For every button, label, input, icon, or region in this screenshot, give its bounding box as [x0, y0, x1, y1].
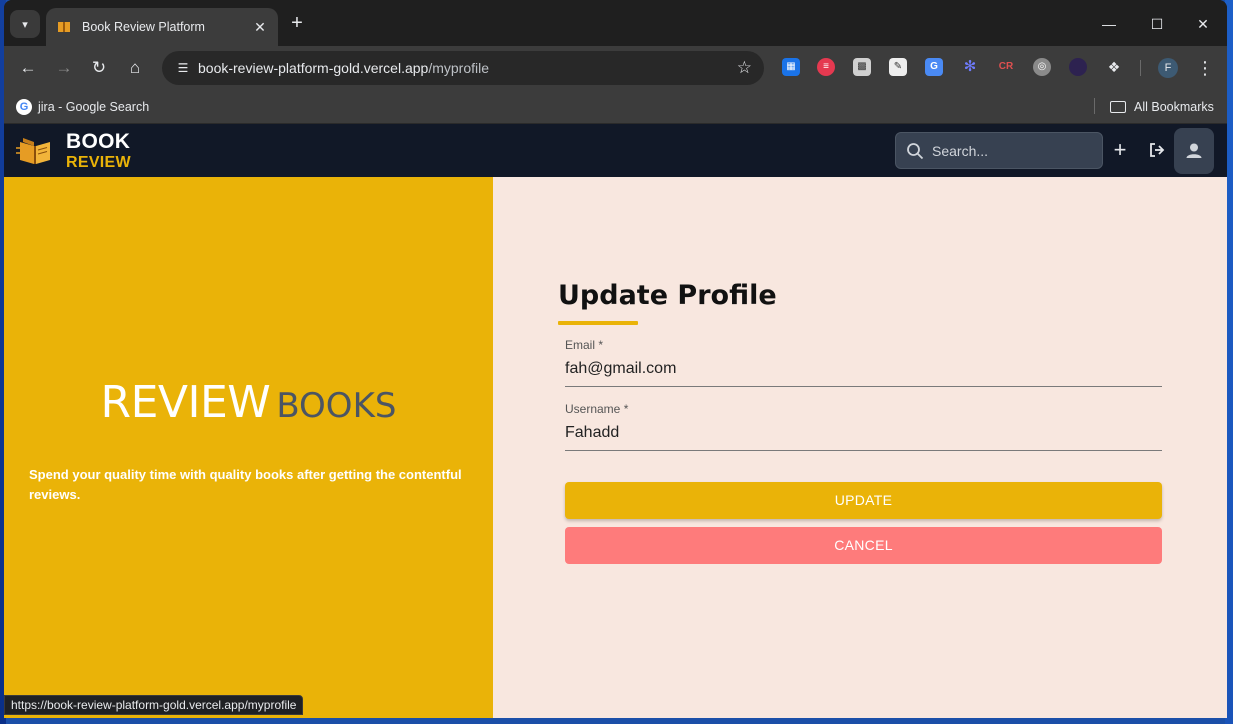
extension-icon-6[interactable]: ✻ — [961, 58, 979, 76]
back-icon[interactable]: ← — [16, 56, 40, 80]
username-label: Username * — [565, 402, 629, 416]
book-favicon-icon — [56, 19, 72, 35]
tab-title: Book Review Platform — [82, 20, 205, 34]
tab-search-button[interactable]: ▾ — [10, 10, 40, 38]
logo-text-book[interactable]: BOOK — [66, 131, 130, 153]
bookmark-star-icon[interactable]: ☆ — [737, 58, 752, 78]
hero-title-books: BOOKS — [276, 386, 397, 426]
search-box[interactable] — [895, 132, 1103, 169]
page-title: Update Profile — [558, 280, 777, 311]
minimize-icon[interactable]: — — [1097, 12, 1121, 36]
maximize-icon[interactable]: ☐ — [1145, 12, 1169, 36]
close-tab-icon[interactable]: ✕ — [248, 19, 272, 36]
bookmarks-bar: G jira - Google Search All Bookmarks — [4, 90, 1227, 124]
hero-title: REVIEW BOOKS — [4, 377, 493, 428]
page-viewport: BOOK REVIEW + — [4, 124, 1227, 718]
extension-icon-9[interactable] — [1069, 58, 1087, 76]
link-status-bar: https://book-review-platform-gold.vercel… — [4, 695, 304, 715]
logout-icon[interactable] — [1146, 139, 1168, 161]
site-info-icon[interactable]: ☰ — [174, 59, 192, 77]
toolbar-divider — [1140, 60, 1141, 76]
browser-menu-icon[interactable]: ⋮ — [1196, 56, 1214, 80]
reload-icon[interactable]: ↻ — [87, 56, 111, 80]
hero-title-review: REVIEW — [100, 377, 271, 428]
extensions-puzzle-icon[interactable]: ❖ — [1105, 58, 1123, 76]
update-button[interactable]: UPDATE — [565, 482, 1162, 519]
extension-icon-8[interactable]: ◎ — [1033, 58, 1051, 76]
home-icon[interactable]: ⌂ — [123, 56, 147, 80]
email-input[interactable]: fah@gmail.com — [565, 360, 1162, 382]
username-input[interactable]: Fahadd — [565, 424, 1162, 446]
extension-icon-4[interactable]: ✎ — [889, 58, 907, 76]
hero-panel: REVIEW BOOKS Spend your quality time with… — [4, 177, 493, 718]
add-review-button[interactable]: + — [1108, 138, 1132, 162]
user-icon — [1186, 143, 1202, 158]
browser-toolbar: ← → ↻ ⌂ ☰ book-review-platform-gold.verc… — [4, 46, 1227, 90]
extension-icon-2[interactable]: ≡ — [817, 58, 835, 76]
all-bookmarks-button[interactable]: All Bookmarks — [1110, 96, 1214, 118]
extension-icon-1[interactable]: ▦ — [782, 58, 800, 76]
search-icon — [907, 143, 924, 160]
username-field[interactable]: Username * Fahadd — [565, 402, 1162, 451]
bookmarks-divider — [1094, 98, 1095, 114]
extension-icon-3[interactable]: ▩ — [853, 58, 871, 76]
url-host: book-review-platform-gold.vercel.app — [198, 60, 429, 76]
close-window-icon[interactable]: ✕ — [1191, 12, 1215, 36]
email-label: Email * — [565, 338, 604, 352]
google-icon: G — [16, 99, 32, 115]
profile-avatar[interactable]: F — [1158, 58, 1178, 78]
browser-tab-active[interactable]: Book Review Platform ✕ — [46, 8, 278, 46]
logo-text-review[interactable]: REVIEW — [66, 154, 131, 172]
chevron-down-icon: ▾ — [22, 18, 28, 31]
extension-icon-7[interactable]: CR — [997, 58, 1015, 76]
username-underline — [565, 450, 1162, 451]
url-path: /myprofile — [428, 60, 490, 76]
address-url[interactable]: book-review-platform-gold.vercel.app/myp… — [198, 51, 489, 85]
new-tab-button[interactable]: + — [286, 12, 308, 34]
app-navbar: BOOK REVIEW + — [4, 124, 1227, 177]
address-bar[interactable]: ☰ book-review-platform-gold.vercel.app/m… — [162, 51, 764, 85]
hero-description: Spend your quality time with quality boo… — [29, 467, 462, 502]
email-field[interactable]: Email * fah@gmail.com — [565, 338, 1162, 387]
bookmark-label: jira - Google Search — [38, 100, 150, 114]
folder-icon — [1110, 101, 1126, 113]
all-bookmarks-label: All Bookmarks — [1134, 100, 1214, 114]
title-underline — [558, 321, 638, 325]
cancel-button[interactable]: CANCEL — [565, 527, 1162, 564]
search-input[interactable] — [932, 133, 1092, 168]
translate-extension-icon[interactable]: G — [925, 58, 943, 76]
book-logo-icon[interactable] — [16, 134, 54, 168]
browser-window: ▾ Book Review Platform ✕ + — ☐ ✕ ← → ↻ ⌂… — [4, 0, 1227, 718]
form-header: Update Profile — [558, 280, 1178, 325]
email-underline — [565, 386, 1162, 387]
forward-icon[interactable]: → — [52, 56, 76, 80]
bookmark-jira[interactable]: G jira - Google Search — [16, 96, 149, 118]
tab-strip: ▾ Book Review Platform ✕ + — ☐ ✕ — [4, 0, 1227, 46]
user-avatar-button[interactable] — [1174, 128, 1214, 174]
